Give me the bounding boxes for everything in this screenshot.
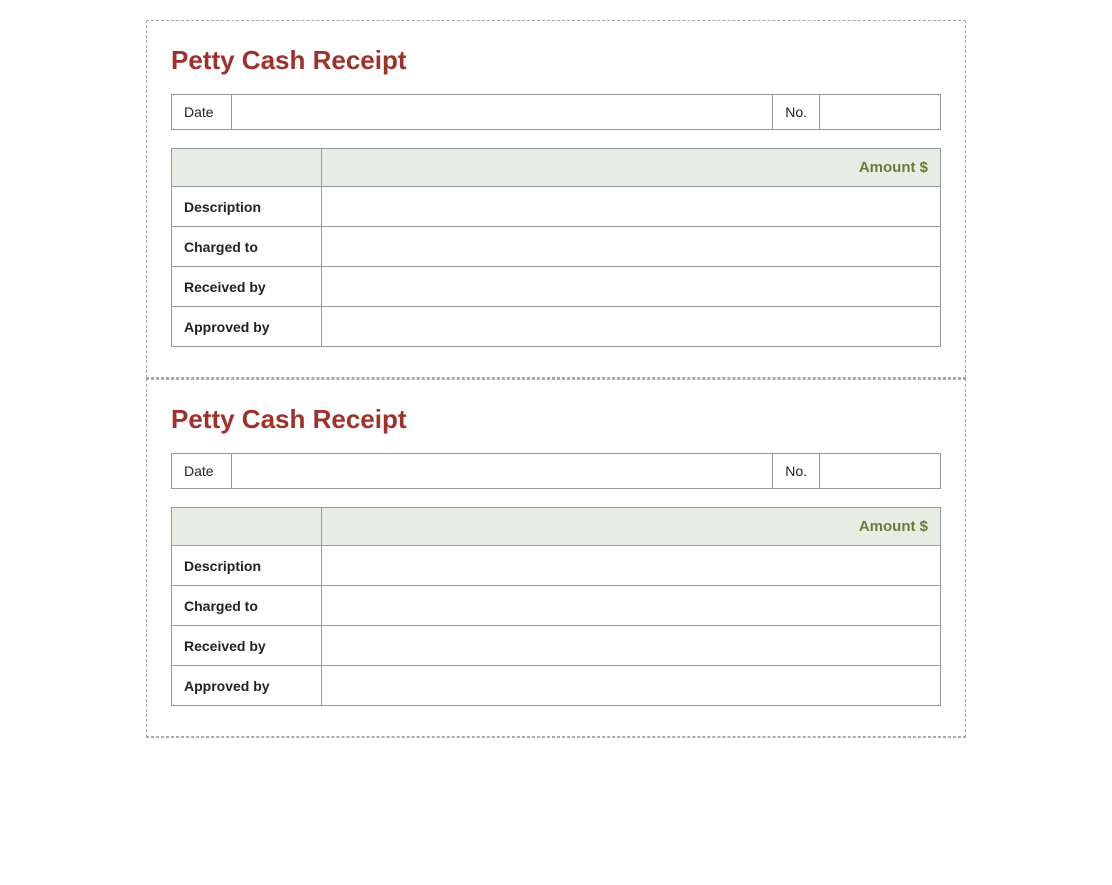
receipt-1-row-description: Description: [172, 187, 941, 227]
receipt-1-date-input[interactable]: [232, 95, 772, 129]
receipt-2-no-label: No.: [772, 454, 820, 488]
receipt-1-date-label: Date: [172, 95, 232, 129]
receipt-2-amount-header: Amount $: [322, 508, 941, 546]
page: Petty Cash Receipt Date No. Amount $ Des…: [0, 0, 1112, 885]
receipt-1-approved-label: Approved by: [172, 307, 322, 347]
bottom-divider: [146, 737, 966, 738]
receipt-1-header-left: [172, 149, 322, 187]
receipt-2: Petty Cash Receipt Date No. Amount $ Des…: [146, 379, 966, 737]
receipt-1-no-label: No.: [772, 95, 820, 129]
receipt-1-description-label: Description: [172, 187, 322, 227]
receipt-2-charged-value[interactable]: [322, 586, 941, 626]
receipt-2-no-input[interactable]: [820, 454, 940, 488]
receipt-2-description-value[interactable]: [322, 546, 941, 586]
receipt-2-date-row: Date No.: [171, 453, 941, 489]
receipt-1-date-row: Date No.: [171, 94, 941, 130]
receipt-1: Petty Cash Receipt Date No. Amount $ Des…: [146, 20, 966, 378]
receipt-1-received-label: Received by: [172, 267, 322, 307]
receipt-2-row-charged: Charged to: [172, 586, 941, 626]
receipt-2-description-label: Description: [172, 546, 322, 586]
receipt-1-row-approved: Approved by: [172, 307, 941, 347]
receipt-1-description-value[interactable]: [322, 187, 941, 227]
receipt-2-row-description: Description: [172, 546, 941, 586]
receipt-1-received-value[interactable]: [322, 267, 941, 307]
receipt-1-row-charged: Charged to: [172, 227, 941, 267]
receipt-1-no-input[interactable]: [820, 95, 940, 129]
receipt-2-row-approved: Approved by: [172, 666, 941, 706]
receipt-1-approved-value[interactable]: [322, 307, 941, 347]
receipt-1-charged-label: Charged to: [172, 227, 322, 267]
receipt-2-title: Petty Cash Receipt: [171, 404, 941, 435]
receipt-1-table: Amount $ Description Charged to Received…: [171, 148, 941, 347]
receipt-2-table: Amount $ Description Charged to Received…: [171, 507, 941, 706]
receipt-2-received-value[interactable]: [322, 626, 941, 666]
receipt-2-date-input[interactable]: [232, 454, 772, 488]
receipt-2-row-received: Received by: [172, 626, 941, 666]
receipt-2-approved-value[interactable]: [322, 666, 941, 706]
receipt-1-row-received: Received by: [172, 267, 941, 307]
receipt-2-header-row: Amount $: [172, 508, 941, 546]
receipt-2-date-label: Date: [172, 454, 232, 488]
receipt-2-header-left: [172, 508, 322, 546]
receipt-1-title: Petty Cash Receipt: [171, 45, 941, 76]
receipt-1-charged-value[interactable]: [322, 227, 941, 267]
receipt-1-header-row: Amount $: [172, 149, 941, 187]
receipt-2-approved-label: Approved by: [172, 666, 322, 706]
receipt-1-amount-header: Amount $: [322, 149, 941, 187]
receipt-2-received-label: Received by: [172, 626, 322, 666]
receipt-2-charged-label: Charged to: [172, 586, 322, 626]
